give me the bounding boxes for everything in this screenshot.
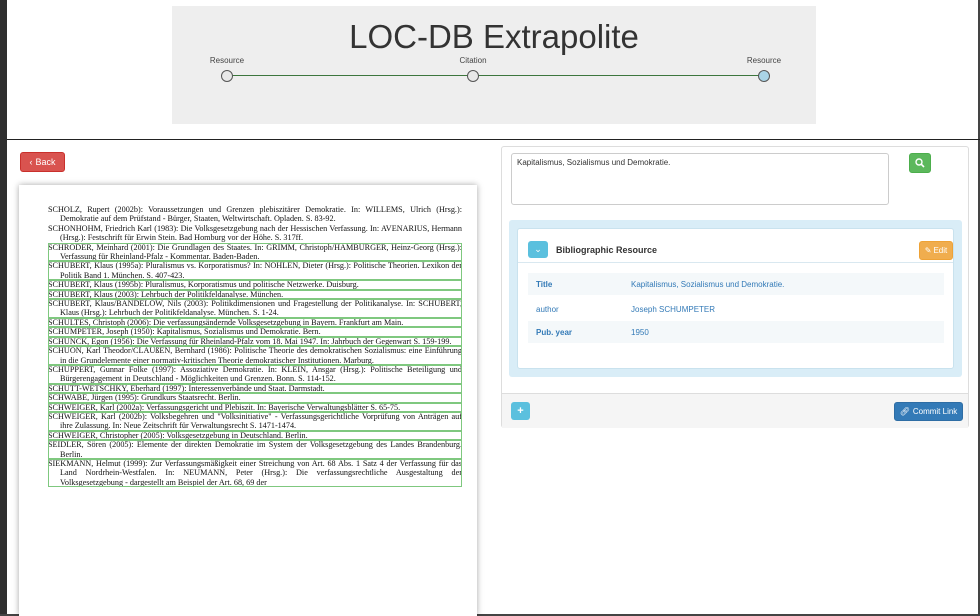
result-area: ⌄ Bibliographic Resource ✎ Edit Title Ka… [509,220,962,377]
add-button[interactable]: + [511,402,530,420]
edit-button-label: Edit [933,246,948,255]
reference-entry[interactable]: SCHUBERT, Klaus (1995b): Pluralismus, Ko… [48,280,462,290]
property-value: Kapitalismus, Sozialismus und Demokratie… [631,280,785,289]
step-label-resource-start: Resource [209,56,245,65]
reference-list: SCHOLZ, Rupert (2002b): Voraussetzungen … [48,205,462,488]
linking-panel: Kapitalismus, Sozialismus und Demokratie… [501,146,969,428]
window-frame-left [0,0,7,616]
reference-entry[interactable]: SCHOLZ, Rupert (2002b): Voraussetzungen … [48,205,462,224]
property-row-title: Title Kapitalismus, Sozialismus und Demo… [528,273,944,295]
scanned-document: SCHOLZ, Rupert (2002b): Voraussetzungen … [19,185,477,616]
property-value: 1950 [631,328,649,337]
reference-entry[interactable]: SCHWEIGER, Karl (2002b): Volksbegehren u… [48,411,462,431]
reference-entry[interactable]: SCHUBERT, Klaus (1995a): Pluralismus vs.… [48,261,462,281]
search-input[interactable]: Kapitalismus, Sozialismus und Demokratie… [511,153,889,205]
property-key: Pub. year [536,328,573,337]
reference-entry[interactable]: SCHUBERT, Klaus/BANDELOW, Nils (2003): P… [48,299,462,318]
app-title: LOC-DB Extrapolite [349,18,639,55]
card-header: ⌄ Bibliographic Resource ✎ Edit [518,229,953,263]
stepper-line [227,75,764,76]
commit-link-button[interactable]: 🔗︎ Commit Link [894,402,963,421]
property-key: Title [536,280,553,289]
section-divider [7,139,980,140]
step-label-resource-end: Resource [746,56,782,65]
step-node-citation[interactable] [467,70,479,82]
pencil-square-icon: ✎ [924,246,932,255]
reference-entry[interactable]: SCHUMPETER, Joseph (1950): Kapitalismus,… [48,327,462,337]
step-label-citation: Citation [459,56,487,65]
step-node-resource-end[interactable] [758,70,770,82]
reference-entry[interactable]: SCHULTES, Christoph (2006): Die verfassu… [48,317,462,328]
reference-entry[interactable]: SCHÜTT-WETSCHKY, Eberhard (1997): Intere… [48,383,462,394]
search-button[interactable] [909,153,931,173]
commit-link-label: Commit Link [912,407,958,416]
chevron-down-icon: ⌄ [534,244,542,254]
edit-button[interactable]: ✎ Edit [919,241,953,260]
reference-entry[interactable]: SCHUPPERT, Gunnar Folke (1997): Assoziat… [48,364,462,384]
collapse-toggle-button[interactable]: ⌄ [528,241,548,258]
reference-entry[interactable]: SCHWEIGER, Karl (2002a): Verfassungsgeri… [48,402,462,412]
card-title: Bibliographic Resource [556,245,658,255]
link-icon: 🔗︎ [899,407,910,416]
reference-entry[interactable]: SCHWEIGER, Christopher (2005): Volksgese… [48,430,462,441]
app-header: LOC-DB Extrapolite Resource Citation Res… [172,6,816,124]
reference-entry[interactable]: SCHUON, Karl Theodor/CLAUßEN, Bernhard (… [48,346,462,365]
reference-entry[interactable]: SCHONHOHM, Friedrich Karl (1983): Die Vo… [48,224,462,243]
property-row-author: author Joseph SCHUMPETER [528,298,944,320]
bibliographic-resource-card: ⌄ Bibliographic Resource ✎ Edit Title Ka… [517,228,954,369]
property-value: Joseph SCHUMPETER [631,305,716,314]
reference-entry[interactable]: SCHRÖDER, Meinhard (2001): Die Grundlage… [48,242,462,262]
reference-entry[interactable]: SIEKMANN, Helmut (1999): Zur Verfassungs… [48,458,462,488]
property-key: author [536,305,559,314]
reference-entry[interactable]: SEIDLER, Sören (2005): Elemente der dire… [48,440,462,459]
back-button[interactable]: ‹ Back [20,152,65,172]
reference-entry[interactable]: SCHUNCK, Egon (1956): Die Verfassung für… [48,336,462,347]
property-row-pub-year: Pub. year 1950 [528,321,944,343]
search-icon [915,158,925,168]
panel-footer: + 🔗︎ Commit Link [502,393,968,428]
back-button-label: Back [35,157,56,167]
step-node-resource-start[interactable] [221,70,233,82]
chevron-left-icon: ‹ [29,157,33,167]
reference-entry[interactable]: SCHWABE, Jürgen (1995): Grundkurs Staats… [48,393,462,403]
reference-entry[interactable]: SCHUBERT, Klaus (2003): Lehrbuch der Pol… [48,289,462,300]
